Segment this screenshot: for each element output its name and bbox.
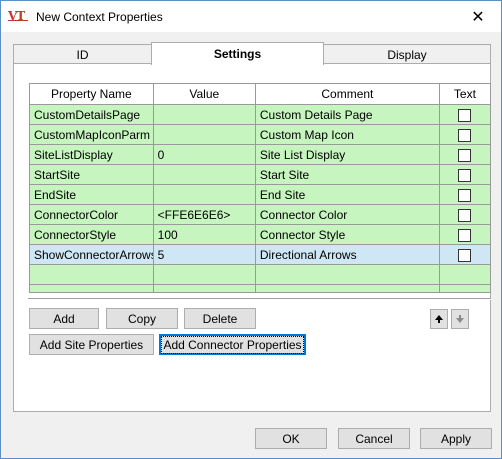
delete-button-label: Delete	[202, 311, 238, 326]
tab-id[interactable]: ID	[13, 44, 152, 64]
tab-display[interactable]: Display	[323, 44, 491, 64]
add-site-properties-button[interactable]: Add Site Properties	[29, 334, 154, 355]
text-cell	[438, 224, 492, 245]
window-title: New Context Properties	[36, 9, 163, 24]
text-checkbox[interactable]	[458, 248, 472, 262]
apply-button-label: Apply	[440, 431, 472, 446]
move-down-button[interactable]	[451, 309, 469, 329]
table-row-empty[interactable]	[29, 284, 492, 293]
close-button[interactable]: ✕	[455, 1, 501, 32]
table-row-selected[interactable]: ShowConnectorArrows 5 Directional Arrows	[29, 244, 492, 265]
comment-cell[interactable]	[254, 284, 440, 293]
text-cell	[438, 124, 492, 145]
comment-cell[interactable]: Custom Details Page	[254, 104, 440, 125]
value-cell[interactable]: 100	[152, 224, 256, 245]
value-cell[interactable]: 5	[152, 244, 256, 265]
value-cell[interactable]	[152, 284, 256, 293]
tab-settings[interactable]: Settings	[151, 42, 324, 65]
table-row[interactable]: ConnectorStyle 100 Connector Style	[29, 224, 492, 245]
property-name-cell[interactable]	[29, 264, 154, 285]
comment-cell[interactable]: Site List Display	[254, 144, 440, 165]
comment-cell[interactable]: End Site	[254, 184, 440, 205]
property-name-cell[interactable]: CustomDetailsPage	[29, 104, 154, 125]
value-cell[interactable]	[152, 184, 256, 205]
table-row[interactable]: CustomDetailsPage Custom Details Page	[29, 104, 492, 125]
value-cell[interactable]	[152, 124, 256, 145]
text-checkbox[interactable]	[458, 188, 472, 202]
text-checkbox[interactable]	[458, 208, 472, 222]
property-name-cell[interactable]: EndSite	[29, 184, 154, 205]
comment-cell[interactable]	[254, 264, 440, 285]
settings-panel: Property Name Value Comment Text CustomD…	[13, 63, 492, 412]
comment-cell[interactable]: Directional Arrows	[254, 244, 440, 265]
property-name-cell[interactable]: CustomMapIconParm	[29, 124, 154, 145]
text-checkbox[interactable]	[458, 148, 472, 162]
value-cell[interactable]: 0	[152, 144, 256, 165]
grid-header-row: Property Name Value Comment Text	[29, 83, 492, 105]
value-cell[interactable]	[152, 164, 256, 185]
add-button-label: Add	[53, 311, 75, 326]
table-row[interactable]: ConnectorColor <FFE6E6E6> Connector Colo…	[29, 204, 492, 225]
text-cell	[438, 284, 492, 293]
table-row[interactable]: StartSite Start Site	[29, 164, 492, 185]
text-cell	[438, 264, 492, 285]
cancel-button[interactable]: Cancel	[338, 428, 410, 449]
text-checkbox[interactable]	[458, 228, 472, 242]
property-name-cell[interactable]: SiteListDisplay	[29, 144, 154, 165]
table-row[interactable]: EndSite End Site	[29, 184, 492, 205]
copy-button-label: Copy	[127, 311, 156, 326]
text-cell	[438, 244, 492, 265]
move-up-button[interactable]	[430, 309, 448, 329]
table-row[interactable]: CustomMapIconParm Custom Map Icon	[29, 124, 492, 145]
arrow-down-icon	[456, 318, 464, 323]
cancel-button-label: Cancel	[355, 431, 393, 446]
title-bar: VT New Context Properties ✕	[1, 1, 501, 32]
value-cell[interactable]	[152, 104, 256, 125]
text-cell	[438, 144, 492, 165]
text-checkbox[interactable]	[458, 108, 472, 122]
text-cell	[438, 164, 492, 185]
property-name-cell[interactable]: ConnectorStyle	[29, 224, 154, 245]
table-row-empty[interactable]	[29, 264, 492, 285]
column-header-value[interactable]: Value	[152, 83, 256, 105]
property-name-cell[interactable]: StartSite	[29, 164, 154, 185]
text-cell	[438, 204, 492, 225]
add-connector-properties-button[interactable]: Add Connector Properties	[159, 334, 306, 355]
property-name-cell[interactable]: ConnectorColor	[29, 204, 154, 225]
column-header-text[interactable]: Text	[438, 83, 492, 105]
add-connector-properties-label: Add Connector Properties	[161, 335, 304, 354]
comment-cell[interactable]: Start Site	[254, 164, 440, 185]
table-row[interactable]: SiteListDisplay 0 Site List Display	[29, 144, 492, 165]
vt-logo-icon: VT	[8, 9, 30, 25]
text-cell	[438, 104, 492, 125]
property-name-cell[interactable]: ShowConnectorArrows	[29, 244, 154, 265]
add-button[interactable]: Add	[29, 308, 99, 329]
property-name-cell[interactable]	[29, 284, 154, 293]
properties-grid: Property Name Value Comment Text CustomD…	[29, 83, 492, 293]
comment-cell[interactable]: Custom Map Icon	[254, 124, 440, 145]
ok-button-label: OK	[282, 431, 300, 446]
ok-button[interactable]: OK	[255, 428, 327, 449]
dialog-window: VT New Context Properties ✕ ID Settings …	[0, 0, 502, 459]
copy-button[interactable]: Copy	[106, 308, 178, 329]
comment-cell[interactable]: Connector Color	[254, 204, 440, 225]
text-cell	[438, 184, 492, 205]
text-checkbox[interactable]	[458, 128, 472, 142]
text-checkbox[interactable]	[458, 168, 472, 182]
column-header-property-name[interactable]: Property Name	[29, 83, 154, 105]
add-site-properties-label: Add Site Properties	[39, 337, 144, 352]
comment-cell[interactable]: Connector Style	[254, 224, 440, 245]
column-header-comment[interactable]: Comment	[254, 83, 440, 105]
value-cell[interactable]	[152, 264, 256, 285]
tab-strip: ID Settings Display	[13, 42, 491, 65]
delete-button[interactable]: Delete	[184, 308, 256, 329]
arrow-up-stem	[438, 320, 440, 323]
value-cell[interactable]: <FFE6E6E6>	[152, 204, 256, 225]
apply-button[interactable]: Apply	[420, 428, 492, 449]
separator	[28, 298, 491, 300]
